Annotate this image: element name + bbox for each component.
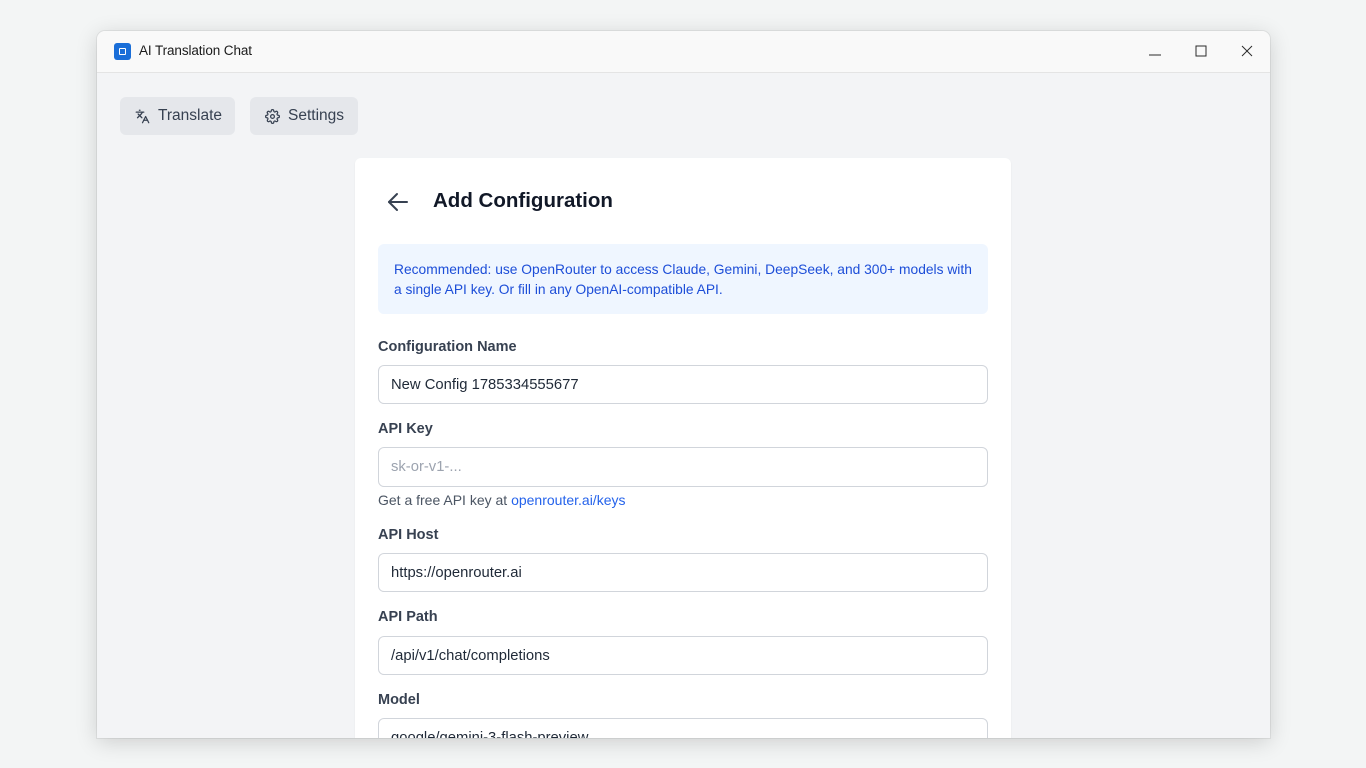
- config-name-input[interactable]: [378, 365, 988, 404]
- maximize-button[interactable]: [1178, 31, 1224, 72]
- close-icon: [1241, 45, 1253, 57]
- api-key-input[interactable]: [378, 447, 988, 487]
- page-title: Add Configuration: [433, 189, 613, 212]
- info-notice: Recommended: use OpenRouter to access Cl…: [378, 244, 988, 314]
- app-icon: [114, 43, 131, 60]
- minimize-button[interactable]: [1132, 31, 1178, 72]
- close-button[interactable]: [1224, 31, 1270, 72]
- api-key-hint: Get a free API key at openrouter.ai/keys: [378, 492, 625, 508]
- window-title: AI Translation Chat: [139, 43, 252, 58]
- nav-translate-button[interactable]: Translate: [120, 97, 235, 135]
- back-button[interactable]: [383, 186, 415, 218]
- title-bar: AI Translation Chat: [97, 31, 1270, 73]
- api-host-label: API Host: [378, 527, 439, 543]
- app-content: Translate Settings Add Configuration Rec…: [97, 73, 1270, 738]
- api-key-hint-text: Get a free API key at: [378, 492, 512, 508]
- maximize-icon: [1195, 45, 1207, 57]
- openrouter-keys-link[interactable]: openrouter.ai/keys: [511, 492, 625, 508]
- minimize-icon: [1149, 54, 1161, 56]
- nav-translate-label: Translate: [158, 107, 223, 124]
- api-key-label: API Key: [378, 421, 433, 437]
- translate-icon: [135, 109, 150, 124]
- desktop: AI Translation Chat Translate Settings A…: [0, 0, 1366, 768]
- api-path-label: API Path: [378, 609, 438, 625]
- gear-icon: [265, 108, 280, 124]
- app-window: AI Translation Chat Translate Settings A…: [97, 31, 1270, 738]
- config-card: Add Configuration Recommended: use OpenR…: [355, 158, 1011, 738]
- api-host-input[interactable]: [378, 553, 988, 592]
- config-name-label: Configuration Name: [378, 339, 517, 355]
- nav-settings-button[interactable]: Settings: [250, 97, 358, 135]
- nav-settings-label: Settings: [288, 107, 345, 124]
- model-input[interactable]: [378, 718, 988, 738]
- api-path-input[interactable]: [378, 636, 988, 675]
- model-label: Model: [378, 692, 420, 708]
- arrow-left-icon: [388, 193, 408, 211]
